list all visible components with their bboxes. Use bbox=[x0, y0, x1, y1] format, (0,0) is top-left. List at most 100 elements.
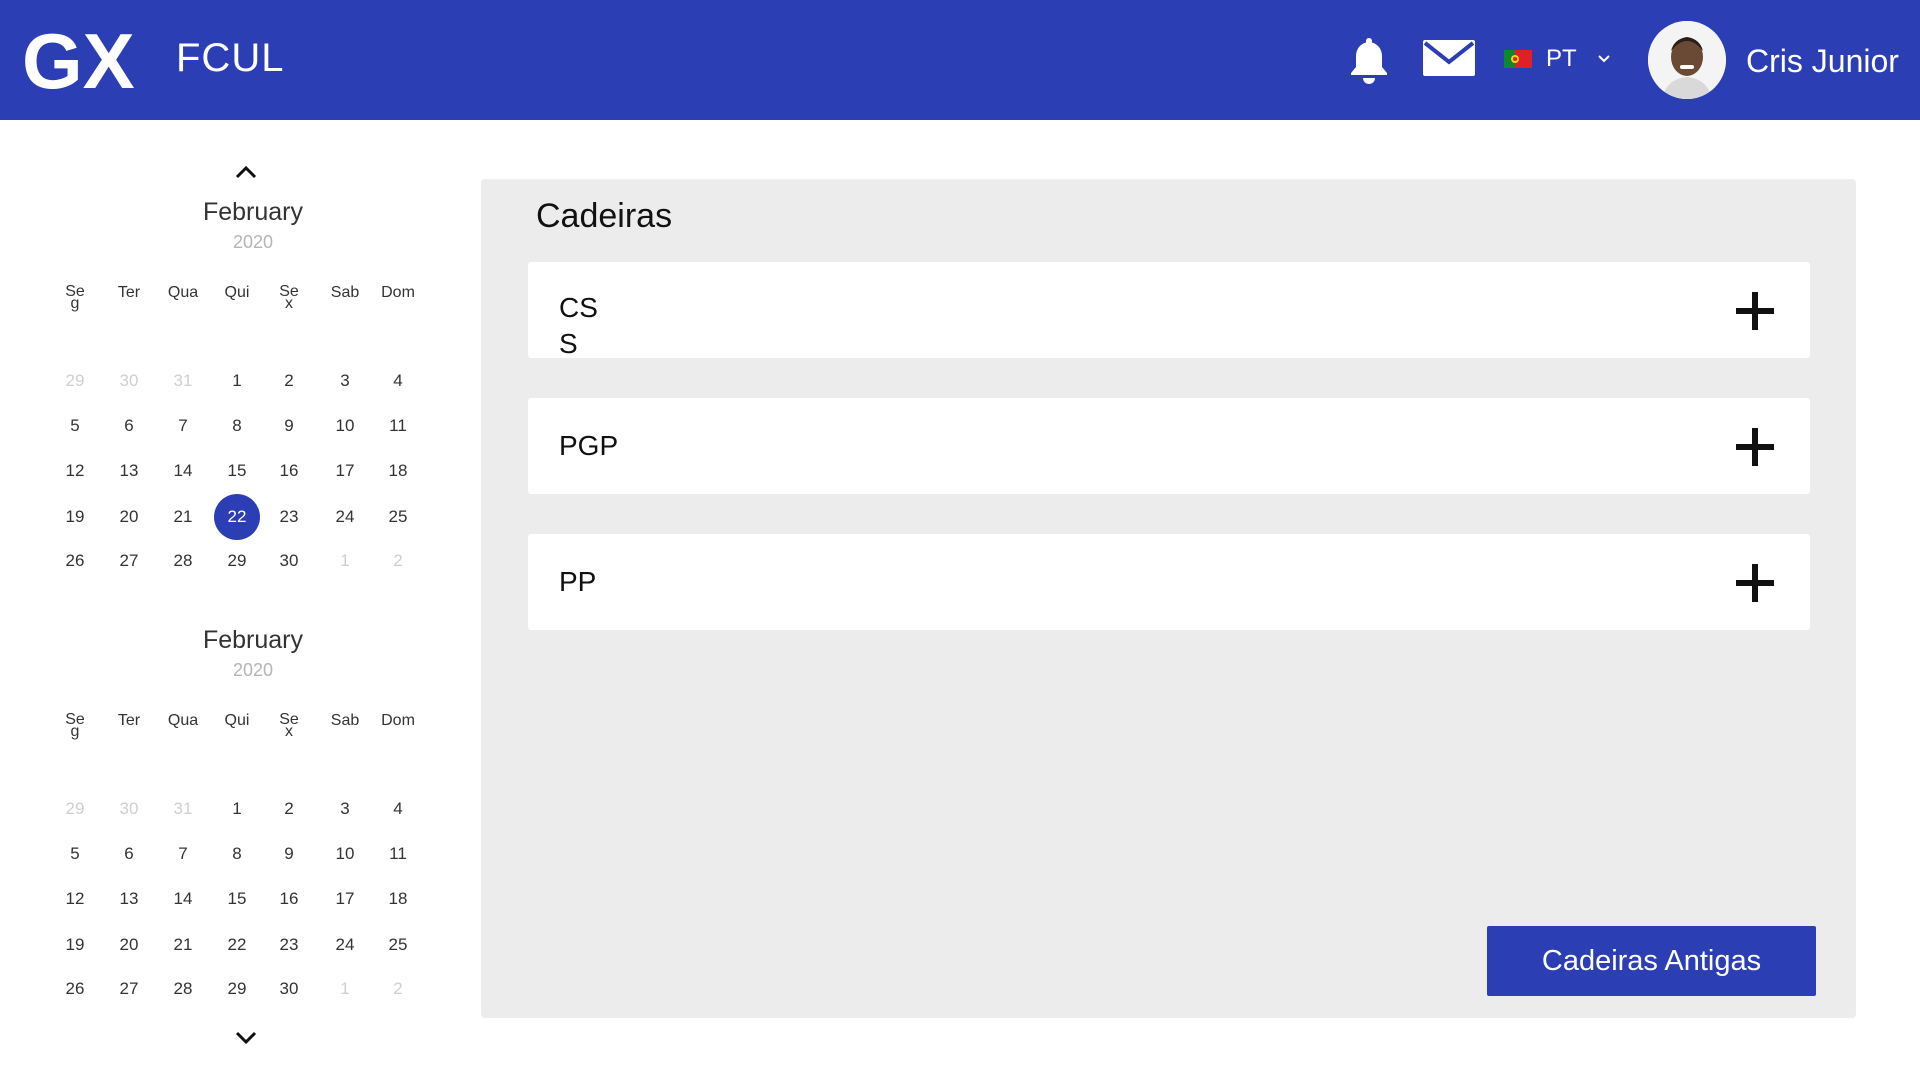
calendar-day[interactable]: 9 bbox=[266, 403, 312, 449]
calendar-day[interactable]: 29 bbox=[52, 786, 98, 832]
chevron-down-icon bbox=[1597, 55, 1610, 63]
calendar-day[interactable]: 18 bbox=[375, 448, 421, 494]
calendar-day[interactable]: 29 bbox=[52, 358, 98, 404]
bell-icon[interactable] bbox=[1348, 36, 1390, 84]
calendar-day[interactable]: 27 bbox=[106, 966, 152, 1012]
calendar-day[interactable]: 2 bbox=[375, 538, 421, 584]
calendar-day[interactable]: 5 bbox=[52, 831, 98, 877]
user-name[interactable]: Cris Junior bbox=[1746, 43, 1899, 80]
calendar-day[interactable]: 2 bbox=[375, 966, 421, 1012]
calendar-day[interactable]: 25 bbox=[375, 494, 421, 540]
calendar-day[interactable]: 13 bbox=[106, 448, 152, 494]
calendar-day[interactable]: 2 bbox=[266, 358, 312, 404]
chevron-down-icon[interactable] bbox=[234, 1030, 258, 1046]
weekday-label: Ter bbox=[117, 712, 141, 729]
calendar-day[interactable]: 22 bbox=[214, 494, 260, 540]
calendar-day[interactable]: 31 bbox=[160, 786, 206, 832]
calendar-day[interactable]: 4 bbox=[375, 786, 421, 832]
calendar-day[interactable]: 3 bbox=[322, 786, 368, 832]
calendar-day[interactable]: 12 bbox=[52, 876, 98, 922]
calendar-day[interactable]: 16 bbox=[266, 876, 312, 922]
course-label: PP bbox=[559, 566, 597, 597]
calendar-day[interactable]: 12 bbox=[52, 448, 98, 494]
calendar-day[interactable]: 26 bbox=[52, 966, 98, 1012]
calendar-day[interactable]: 26 bbox=[52, 538, 98, 584]
weekday-header: Se g Ter Qua Qui Se x Sab Dom bbox=[60, 711, 446, 754]
avatar[interactable] bbox=[1648, 21, 1726, 99]
gx-logo[interactable]: GX bbox=[22, 26, 152, 94]
calendar-day[interactable]: 25 bbox=[375, 922, 421, 968]
calendar-day[interactable]: 23 bbox=[266, 922, 312, 968]
expand-plus-icon[interactable] bbox=[1736, 292, 1774, 330]
course-item[interactable]: CSS bbox=[528, 262, 1810, 359]
calendar-day[interactable]: 1 bbox=[214, 358, 260, 404]
expand-plus-icon[interactable] bbox=[1736, 564, 1774, 602]
language-selector[interactable]: PT bbox=[1504, 44, 1611, 74]
calendar-day[interactable]: 1 bbox=[322, 538, 368, 584]
old-courses-button[interactable]: Cadeiras Antigas bbox=[1487, 926, 1816, 996]
calendar-day[interactable]: 19 bbox=[52, 922, 98, 968]
calendar-day[interactable]: 11 bbox=[375, 831, 421, 877]
calendar-day[interactable]: 16 bbox=[266, 448, 312, 494]
calendar-day[interactable]: 29 bbox=[214, 966, 260, 1012]
calendar-day[interactable]: 9 bbox=[266, 831, 312, 877]
calendar-day[interactable]: 4 bbox=[375, 358, 421, 404]
calendar-day[interactable]: 29 bbox=[214, 538, 260, 584]
calendar-day[interactable]: 10 bbox=[322, 831, 368, 877]
calendar-day[interactable]: 17 bbox=[322, 876, 368, 922]
calendar-day[interactable]: 14 bbox=[160, 876, 206, 922]
calendar-day[interactable]: 8 bbox=[214, 403, 260, 449]
calendar-day[interactable]: 21 bbox=[160, 922, 206, 968]
calendar-day[interactable]: 15 bbox=[214, 876, 260, 922]
calendar-day[interactable]: 19 bbox=[52, 494, 98, 540]
calendar-day[interactable]: 30 bbox=[266, 966, 312, 1012]
calendar-day[interactable]: 31 bbox=[160, 358, 206, 404]
calendar-month: February 2020 Se g Ter Qua Qui Se x Sab Dom 29 30 31 1… bbox=[60, 198, 446, 578]
calendar-day[interactable]: 24 bbox=[322, 922, 368, 968]
app-name: FCUL bbox=[176, 36, 285, 80]
expand-plus-icon[interactable] bbox=[1736, 428, 1774, 466]
language-label: PT bbox=[1546, 45, 1577, 72]
course-label: PGP bbox=[559, 430, 619, 461]
calendar-day[interactable]: 3 bbox=[322, 358, 368, 404]
calendar-day[interactable]: 5 bbox=[52, 403, 98, 449]
mail-icon[interactable] bbox=[1423, 40, 1475, 76]
calendar-day[interactable]: 22 bbox=[214, 922, 260, 968]
calendar-day[interactable]: 14 bbox=[160, 448, 206, 494]
weekday-label: Qua bbox=[167, 284, 199, 301]
calendar-day[interactable]: 6 bbox=[106, 403, 152, 449]
chevron-up-icon[interactable] bbox=[234, 164, 258, 180]
calendar-day[interactable]: 7 bbox=[160, 403, 206, 449]
calendar-day[interactable]: 30 bbox=[106, 358, 152, 404]
calendar-day[interactable]: 11 bbox=[375, 403, 421, 449]
calendar-day[interactable]: 20 bbox=[106, 494, 152, 540]
calendar-day[interactable]: 15 bbox=[214, 448, 260, 494]
weekday-label: Qui bbox=[224, 284, 250, 301]
calendar-day[interactable]: 13 bbox=[106, 876, 152, 922]
calendar-day[interactable]: 1 bbox=[214, 786, 260, 832]
calendar-day[interactable]: 1 bbox=[322, 966, 368, 1012]
calendar-day[interactable]: 23 bbox=[266, 494, 312, 540]
course-item[interactable]: PGP bbox=[528, 398, 1810, 494]
calendar-day[interactable]: 17 bbox=[322, 448, 368, 494]
courses-panel: Cadeiras CSS PGP PP bbox=[481, 179, 1856, 1018]
calendar-day[interactable]: 28 bbox=[160, 966, 206, 1012]
calendar-day[interactable]: 2 bbox=[266, 786, 312, 832]
calendar-day[interactable]: 10 bbox=[322, 403, 368, 449]
calendar-day[interactable]: 7 bbox=[160, 831, 206, 877]
calendar-day[interactable]: 6 bbox=[106, 831, 152, 877]
calendar-day[interactable]: 28 bbox=[160, 538, 206, 584]
calendar-day[interactable]: 27 bbox=[106, 538, 152, 584]
calendar-day[interactable]: 30 bbox=[266, 538, 312, 584]
course-item[interactable]: PP bbox=[528, 534, 1810, 630]
weekday-label: Dom bbox=[381, 712, 415, 729]
calendar-day[interactable]: 30 bbox=[106, 786, 152, 832]
calendar-day[interactable]: 24 bbox=[322, 494, 368, 540]
calendar-day[interactable]: 20 bbox=[106, 922, 152, 968]
weekday-label: Se x bbox=[279, 711, 299, 740]
top-bar: GX FCUL PT Cris Junior bbox=[0, 0, 1920, 120]
portugal-flag-icon bbox=[1504, 50, 1532, 68]
calendar-day[interactable]: 18 bbox=[375, 876, 421, 922]
calendar-day[interactable]: 8 bbox=[214, 831, 260, 877]
calendar-day[interactable]: 21 bbox=[160, 494, 206, 540]
